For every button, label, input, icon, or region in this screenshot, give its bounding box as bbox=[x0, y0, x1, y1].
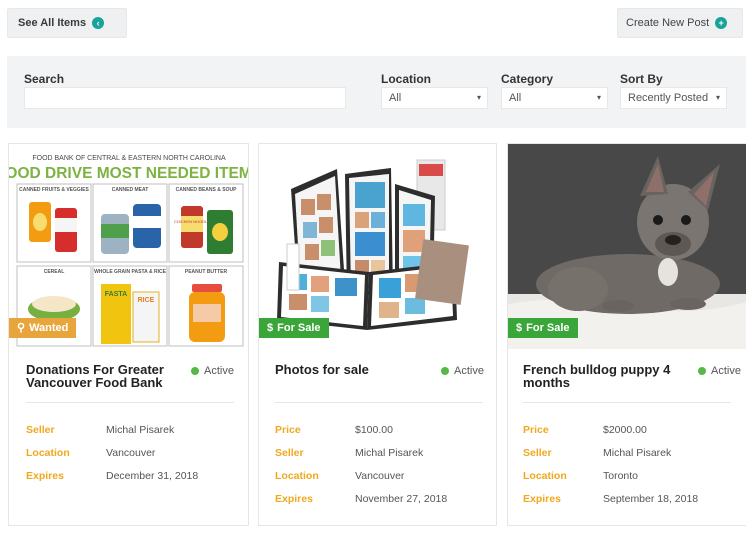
detail-value: December 31, 2018 bbox=[106, 470, 199, 482]
category-select[interactable]: All ▾ bbox=[501, 87, 608, 109]
can-label: CHICKEN NOODLE bbox=[174, 219, 210, 224]
cell-label: CANNED BEANS & SOUP bbox=[176, 187, 238, 193]
for-sale-badge: $ For Sale bbox=[259, 318, 329, 338]
cell-label: CANNED FRUITS & VEGGIES bbox=[19, 187, 89, 193]
detail-key: Price bbox=[275, 424, 301, 436]
cell-label: PEANUT BUTTER bbox=[185, 269, 228, 275]
detail-value: Vancouver bbox=[355, 470, 405, 482]
location-select[interactable]: All ▾ bbox=[381, 87, 488, 109]
detail-key: Expires bbox=[523, 493, 561, 505]
divider bbox=[523, 402, 731, 403]
search-label: Search bbox=[24, 72, 65, 86]
badge-label: For Sale bbox=[277, 322, 321, 334]
detail-value: Michal Pisarek bbox=[355, 447, 424, 459]
detail-value: $100.00 bbox=[355, 424, 393, 436]
detail-value: November 27, 2018 bbox=[355, 493, 448, 505]
divider bbox=[26, 402, 234, 403]
detail-value: Michal Pisarek bbox=[106, 424, 175, 436]
caret-down-icon: ▾ bbox=[713, 88, 720, 108]
create-new-post-button[interactable]: Create New Post + bbox=[617, 8, 743, 38]
for-sale-badge: $ For Sale bbox=[508, 318, 578, 338]
dollar-icon: $ bbox=[516, 322, 523, 334]
status-dot-icon bbox=[191, 367, 199, 375]
divider bbox=[275, 402, 483, 403]
detail-key: Seller bbox=[275, 447, 304, 459]
cell-label: CANNED MEAT bbox=[112, 187, 149, 193]
location-label: Location bbox=[381, 72, 431, 86]
location-select-value: All bbox=[389, 92, 402, 104]
status-badge: Active bbox=[441, 365, 484, 377]
listing-card[interactable]: $ For Sale French bulldog puppy 4 months… bbox=[507, 143, 746, 526]
listing-title[interactable]: French bulldog puppy 4 months bbox=[523, 363, 688, 389]
detail-key: Price bbox=[523, 424, 549, 436]
listing-title-line: months bbox=[523, 375, 570, 390]
detail-key: Seller bbox=[523, 447, 552, 459]
status-badge: Active bbox=[191, 365, 234, 377]
detail-value: September 18, 2018 bbox=[603, 493, 699, 505]
detail-key: Expires bbox=[275, 493, 313, 505]
see-all-items-label: See All Items bbox=[18, 17, 87, 29]
image-headline-text: FOOD DRIVE MOST NEEDED ITEMS bbox=[9, 165, 248, 182]
status-dot-icon bbox=[441, 367, 449, 375]
status-label: Active bbox=[204, 365, 234, 377]
sort-by-select[interactable]: Recently Posted ▾ bbox=[620, 87, 727, 109]
detail-value: Toronto bbox=[603, 470, 639, 482]
search-input[interactable] bbox=[24, 87, 346, 109]
wanted-badge: ⚲ Wanted bbox=[9, 318, 77, 338]
can-label: RICE bbox=[138, 297, 155, 304]
detail-key: Location bbox=[523, 470, 567, 482]
detail-key: Location bbox=[275, 470, 319, 482]
plus-icon: + bbox=[715, 17, 728, 29]
dollar-icon: $ bbox=[267, 322, 274, 334]
caret-down-icon: ▾ bbox=[476, 93, 481, 102]
badge-label: Wanted bbox=[29, 322, 69, 334]
detail-key: Location bbox=[26, 447, 70, 459]
badge-label: For Sale bbox=[526, 322, 570, 334]
top-bar: See All Items ‹ Create New Post + bbox=[0, 0, 746, 52]
detail-value: $2000.00 bbox=[603, 424, 647, 436]
detail-key: Seller bbox=[26, 424, 55, 436]
listing-title-line: Vancouver Food Bank bbox=[26, 375, 163, 390]
cell-label: CEREAL bbox=[44, 269, 65, 275]
listing-card[interactable]: FOOD BANK OF CENTRAL & EASTERN NORTH CAR… bbox=[8, 143, 249, 526]
sort-by-label: Sort By bbox=[620, 72, 663, 86]
status-dot-icon bbox=[698, 367, 706, 375]
sort-by-select-value: Recently Posted bbox=[628, 92, 709, 104]
chevron-left-icon: ‹ bbox=[92, 17, 105, 29]
status-label: Active bbox=[454, 365, 484, 377]
listing-title-line: Photos for sale bbox=[275, 362, 369, 377]
create-new-post-label: Create New Post bbox=[626, 17, 710, 29]
caret-down-icon: ▾ bbox=[596, 93, 601, 102]
status-label: Active bbox=[711, 365, 741, 377]
detail-key: Expires bbox=[26, 470, 64, 482]
can-label: FASTA bbox=[105, 291, 127, 298]
category-label: Category bbox=[501, 72, 554, 86]
detail-value: Michal Pisarek bbox=[603, 447, 672, 459]
search-icon: ⚲ bbox=[17, 322, 26, 334]
listing-title[interactable]: Donations For Greater Vancouver Food Ban… bbox=[26, 363, 186, 389]
listing-title[interactable]: Photos for sale bbox=[275, 363, 435, 376]
category-select-value: All bbox=[509, 92, 522, 104]
image-header-text: FOOD BANK OF CENTRAL & EASTERN NORTH CAR… bbox=[32, 155, 226, 162]
status-badge: Active bbox=[698, 365, 741, 377]
see-all-items-button[interactable]: See All Items ‹ bbox=[7, 8, 127, 38]
cell-label: WHOLE GRAIN PASTA & RICE bbox=[94, 269, 167, 275]
filter-bar: Search Location All ▾ Category All ▾ Sor… bbox=[7, 56, 746, 128]
detail-value: Vancouver bbox=[106, 447, 156, 459]
listing-card[interactable]: $ For Sale Photos for sale Active Price … bbox=[258, 143, 497, 526]
